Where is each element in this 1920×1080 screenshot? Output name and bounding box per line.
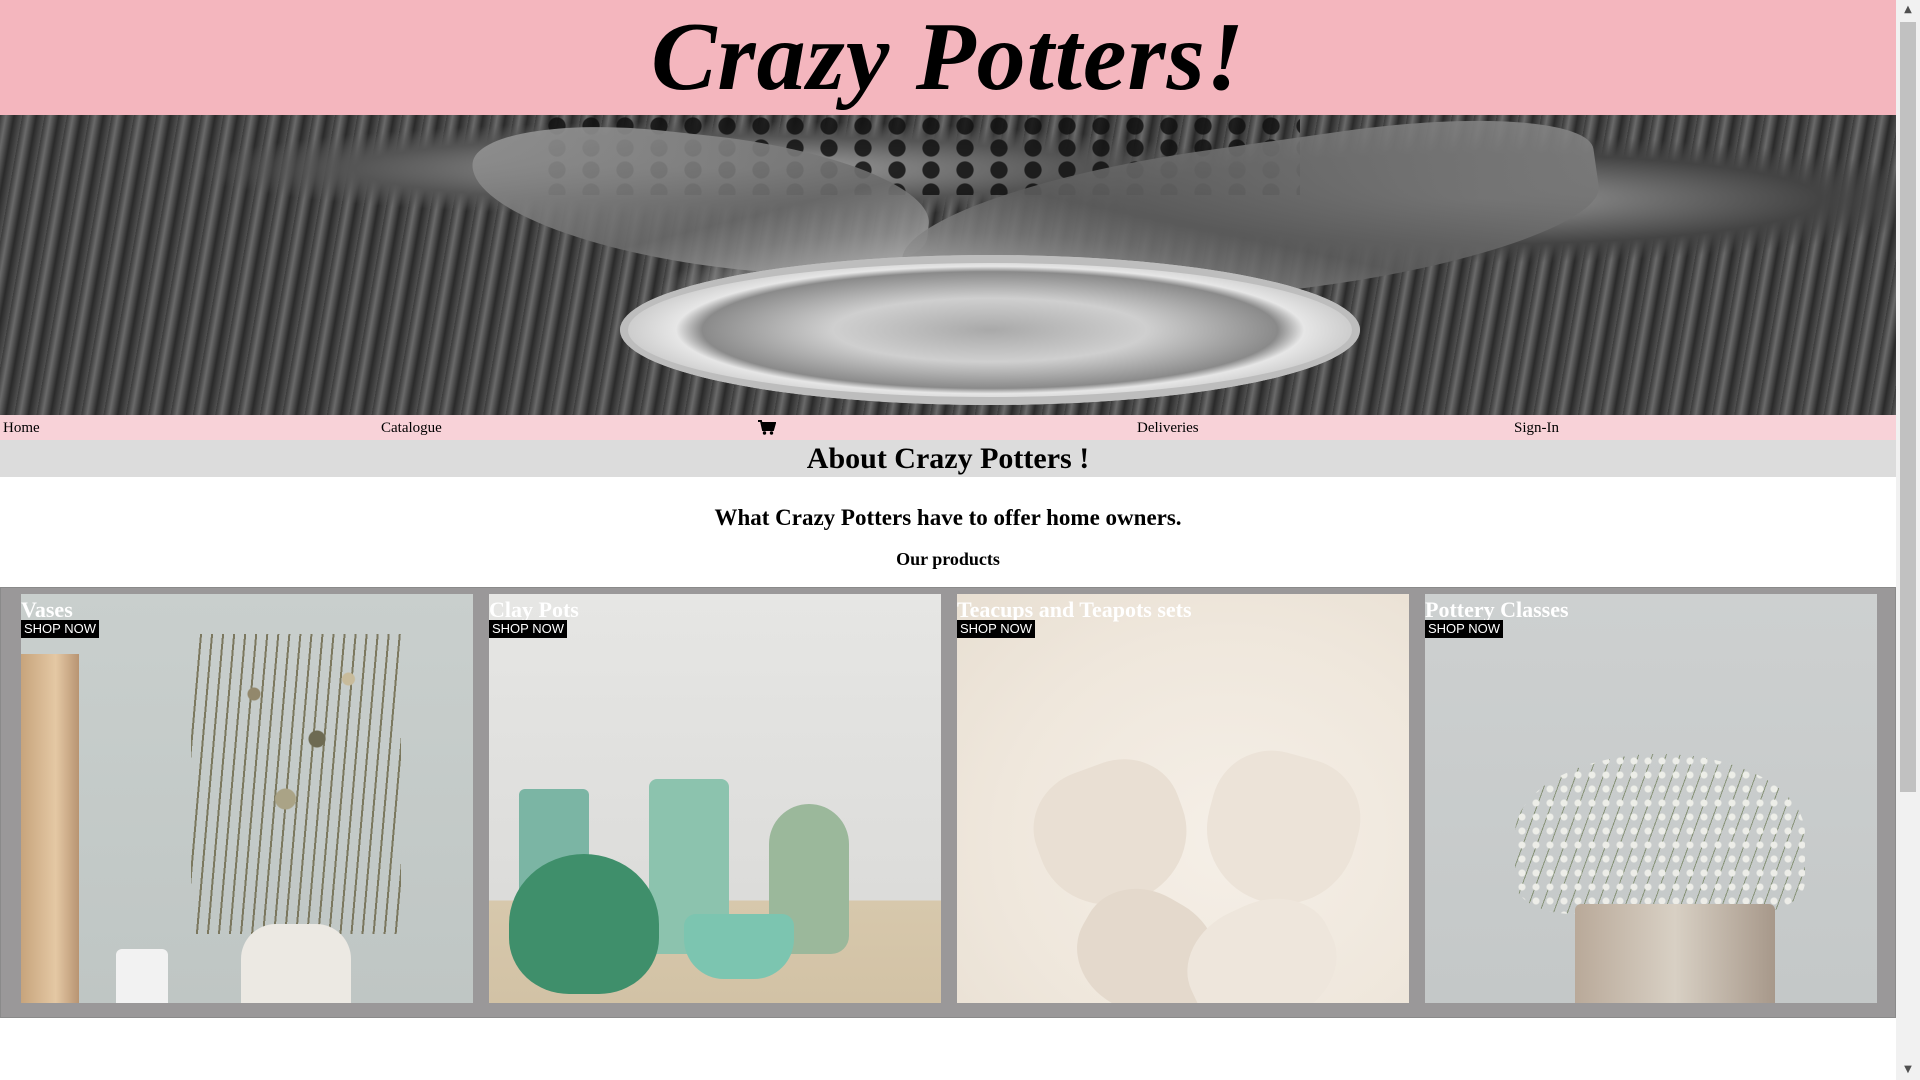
product-card-vases[interactable]: Vases SHOP NOW bbox=[21, 594, 473, 1003]
page: Crazy Potters! Home Catalogue Deliveries… bbox=[0, 0, 1896, 1080]
products-label: Our products bbox=[896, 549, 1000, 569]
hero-image bbox=[0, 115, 1896, 415]
scroll-up-arrow-icon[interactable]: ▲ bbox=[1896, 0, 1920, 20]
flower-bowl-image bbox=[684, 914, 794, 979]
site-title: Crazy Potters! bbox=[651, 3, 1245, 111]
vertical-scrollbar[interactable]: ▲ ▼ bbox=[1896, 0, 1920, 1080]
scrollbar-thumb[interactable] bbox=[1900, 22, 1916, 792]
shop-now-button[interactable]: SHOP NOW bbox=[957, 620, 1035, 638]
scroll-down-arrow-icon[interactable]: ▼ bbox=[1896, 1060, 1920, 1080]
dried-flowers-image bbox=[191, 634, 401, 934]
product-title: Vases bbox=[21, 597, 73, 622]
shop-now-button[interactable]: SHOP NOW bbox=[21, 620, 99, 638]
product-gallery: Vases SHOP NOW Clay Pots SHOP NOW Teacup… bbox=[0, 587, 1896, 1018]
product-title: Clay Pots bbox=[489, 597, 579, 622]
product-card-clay-pots[interactable]: Clay Pots SHOP NOW bbox=[489, 594, 941, 1003]
shop-now-button[interactable]: SHOP NOW bbox=[1425, 620, 1503, 638]
main-nav: Home Catalogue Deliveries Sign-In bbox=[0, 415, 1896, 440]
teacup-image bbox=[1190, 737, 1374, 921]
nav-sign-in[interactable]: Sign-In bbox=[1514, 415, 1559, 440]
shopping-cart-icon[interactable] bbox=[758, 420, 777, 435]
offer-subheading: What Crazy Potters have to offer home ow… bbox=[714, 505, 1182, 530]
about-title: About Crazy Potters ! bbox=[806, 442, 1090, 475]
wood-panel-image bbox=[21, 654, 79, 1003]
white-cup-image bbox=[116, 949, 168, 1003]
about-bar: About Crazy Potters ! bbox=[0, 440, 1896, 477]
vase-image bbox=[241, 924, 351, 1003]
product-card-pottery-classes[interactable]: Pottery Classes SHOP NOW bbox=[1425, 594, 1877, 1003]
ceramic-pot-image bbox=[1575, 904, 1775, 1003]
nav-catalogue[interactable]: Catalogue bbox=[381, 415, 442, 440]
product-title: Pottery Classes bbox=[1425, 597, 1569, 622]
shop-now-button[interactable]: SHOP NOW bbox=[489, 620, 567, 638]
site-header: Crazy Potters! bbox=[0, 0, 1896, 115]
babys-breath-image bbox=[1515, 754, 1805, 914]
hero-clay-plate bbox=[620, 255, 1360, 405]
product-title: Teacups and Teapots sets bbox=[957, 597, 1192, 622]
nav-home[interactable]: Home bbox=[3, 415, 40, 440]
green-jar-image bbox=[509, 854, 659, 994]
product-card-teacups[interactable]: Teacups and Teapots sets SHOP NOW bbox=[957, 594, 1409, 1003]
nav-deliveries[interactable]: Deliveries bbox=[1137, 415, 1199, 440]
